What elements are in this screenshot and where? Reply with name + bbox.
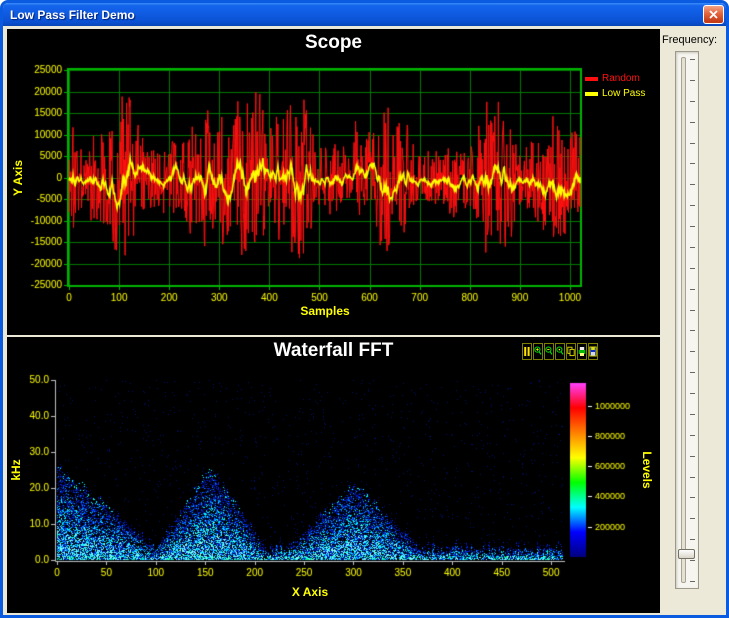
slider-tick [690,59,695,60]
slider-tick [690,435,695,436]
slider-tick [690,581,695,582]
waterfall-panel: Waterfall FFT [7,337,660,613]
scope-chart [7,29,660,335]
slider-tick [690,268,695,269]
slider-tick [690,393,695,394]
slider-tick [690,560,695,561]
legend-item-random: Random [585,71,645,86]
lowpass-series-label: Low Pass [602,88,645,99]
zoom-in-icon [534,345,542,358]
waterfall-chart [7,337,660,613]
chart-toolbar [521,343,598,360]
slider-tick [690,184,695,185]
slider-tick [690,247,695,248]
save-button[interactable] [588,343,598,360]
close-button[interactable] [703,5,724,24]
slider-tick [690,310,695,311]
legend-item-lowpass: Low Pass [585,86,645,101]
pause-icon [523,345,531,358]
close-icon [709,10,718,19]
slider-tick [690,289,695,290]
slider-track[interactable] [681,57,686,583]
slider-thumb[interactable] [678,549,695,559]
zoom-out-button[interactable] [544,343,554,360]
slider-tick [690,477,695,478]
slider-tick [690,80,695,81]
zoom-out-icon [545,345,553,358]
slider-tick [690,330,695,331]
lowpass-series-swatch [585,92,598,96]
frequency-slider[interactable] [675,51,699,589]
slider-tick [690,539,695,540]
zoom-reset-icon [556,345,564,358]
slider-tick [690,456,695,457]
scope-legend: Random Low Pass [585,71,645,101]
waterfall-x-axis-label: X Axis [292,585,328,599]
frequency-label: Frequency: [662,34,717,46]
scope-x-axis-label: Samples [300,304,349,318]
slider-tick [690,163,695,164]
window-title: Low Pass Filter Demo [10,8,703,22]
window: Low Pass Filter Demo Scope Random Low Pa… [0,0,729,618]
slider-tick [690,226,695,227]
zoom-reset-button[interactable] [555,343,565,360]
copy-button[interactable] [566,343,576,360]
pause-button[interactable] [522,343,532,360]
slider-tick [690,101,695,102]
slider-ticks [690,59,695,581]
colorbar-label: Levels [640,451,654,488]
waterfall-y-axis-label: kHz [9,459,23,480]
scope-title: Scope [7,32,660,54]
random-series-swatch [585,77,598,81]
copy-icon [567,345,575,358]
print-icon [578,345,586,358]
slider-tick [690,351,695,352]
scope-panel: Scope Random Low Pass Y Axis Samples [7,29,660,335]
scope-y-axis-label: Y Axis [11,160,25,196]
slider-tick [690,122,695,123]
slider-tick [690,497,695,498]
titlebar[interactable]: Low Pass Filter Demo [3,3,726,26]
slider-tick [690,518,695,519]
random-series-label: Random [602,73,640,84]
slider-tick [690,372,695,373]
print-button[interactable] [577,343,587,360]
save-icon [589,345,597,358]
slider-tick [690,143,695,144]
slider-tick [690,414,695,415]
slider-tick [690,205,695,206]
zoom-in-button[interactable] [533,343,543,360]
